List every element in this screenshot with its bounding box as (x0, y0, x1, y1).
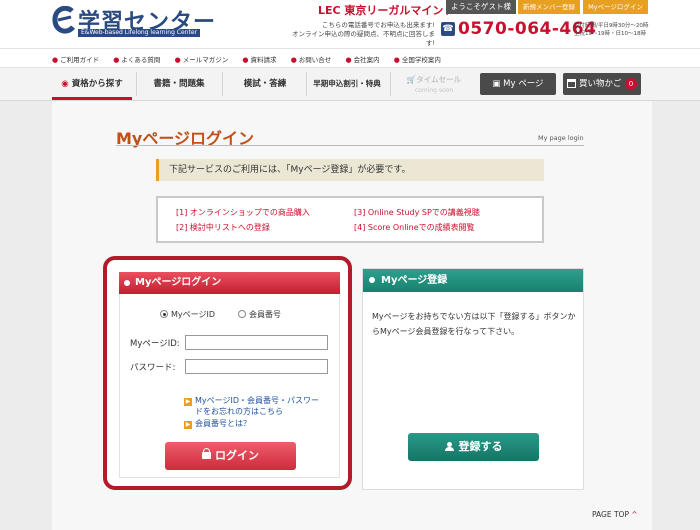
bullet-icon: ● (52, 56, 59, 64)
utility-link-mailmag[interactable]: ● メールマガジン (175, 54, 229, 64)
utility-link-guide[interactable]: ● ご利用ガイド (52, 54, 99, 64)
bullet-icon: ● (242, 56, 249, 64)
radio-member-number[interactable]: 会員番号 (238, 309, 281, 320)
mypage-icon: ▣ (492, 79, 504, 89)
login-card: Myページログイン MyページID 会員番号 MyページID: パスワード: ▶… (103, 256, 352, 490)
utility-link-faq[interactable]: ● よくある質問 (113, 54, 160, 64)
service-item: [3] Online Study SPでの講義視聴 (354, 208, 480, 217)
location-pin-icon: ◉ (61, 79, 69, 89)
lec-brand-logo[interactable]: LEC 東京リーガルマインド (318, 2, 454, 18)
title-divider (116, 145, 584, 146)
what-is-member-number-link[interactable]: ▶ 会員番号とは？ (184, 418, 336, 429)
radio-unselected-icon (238, 310, 246, 318)
radio-selected-icon (160, 310, 168, 318)
service-item: [4] Score Onlineでの成績表閲覧 (354, 223, 475, 232)
nav-divider (390, 72, 391, 96)
heading-bullet-icon (124, 280, 130, 286)
nav-divider (306, 72, 307, 96)
nav-mock-exams[interactable]: 模試・答練 (226, 68, 304, 100)
utility-link-company[interactable]: ● 会社案内 (345, 54, 379, 64)
bullet-icon: ● (174, 56, 181, 64)
register-heading: Myページ登録 (363, 269, 583, 292)
utility-link-schools[interactable]: ● 全国学校案内 (394, 54, 441, 64)
utility-nav: ● ご利用ガイド ● よくある質問 ● メールマガジン ● 資料請求 ● お問い合せ ● 会… (0, 48, 700, 68)
cart-count-badge: 0 (625, 78, 637, 90)
register-card: Myページ登録 Myページをお持ちでない方は以下「登録する」ボタンからMyページ… (362, 268, 584, 490)
nav-divider (222, 72, 223, 96)
tel-note: こちらの電話番号でお申込も出来ます! オンライン申込の際の疑問点、不明点に回答し… (292, 21, 435, 47)
lock-icon (202, 448, 211, 459)
help-links: ▶ MyページID・会員番号・パスワー ドをお忘れの方はこちら ▶ 会員番号とは？ (184, 395, 336, 429)
nav-books[interactable]: 書籍・問題集 (140, 68, 218, 100)
phone-icon: ☎ (441, 22, 455, 36)
bullet-icon: ● (113, 56, 120, 64)
caret-up-icon: ^ (631, 510, 638, 519)
utility-link-request[interactable]: ● 資料請求 (242, 54, 276, 64)
mypage-id-input[interactable] (185, 335, 328, 350)
logo-subtitle: E&Web-based Lifelong learning Center (78, 29, 200, 37)
cart-button[interactable]: 買い物かご 0 (563, 73, 641, 95)
login-button[interactable]: ログイン (165, 442, 296, 470)
register-description: Myページをお持ちでない方は以下「登録する」ボタンからMyページ会員登録を行なっ… (372, 312, 576, 336)
mypage-id-label: MyページID: (130, 339, 180, 349)
mypage-login-button[interactable]: Myページログイン (582, 0, 648, 14)
arrow-right-icon: ▶ (184, 398, 192, 406)
forgot-credentials-link[interactable]: ▶ MyページID・会員番号・パスワー (184, 395, 336, 406)
person-icon (444, 442, 454, 451)
e-logo-icon (52, 6, 76, 34)
cart-icon (567, 79, 576, 88)
bullet-icon: ● (393, 56, 400, 64)
main-nav: ◉ 資格から探す 書籍・問題集 模試・答練 早期申込割引・特典 🛒タイムセール c… (0, 68, 700, 101)
page-top-link[interactable]: PAGE TOP ^ (592, 510, 638, 519)
service-list: [1] オンラインショップでの商品購入 [2] 検討中リストへの登録 [3] O… (156, 196, 544, 243)
password-label: パスワード: (130, 363, 176, 373)
service-item: [2] 検討中リストへの登録 (176, 223, 270, 232)
bullet-icon: ● (290, 56, 297, 64)
login-heading: Myページログイン (119, 272, 340, 294)
mypage-button[interactable]: ▣ My ページ (480, 73, 556, 95)
service-item: [1] オンラインショップでの商品購入 (176, 208, 310, 217)
nav-timesale: 🛒タイムセール coming soon (406, 75, 462, 94)
bullet-icon: ● (345, 56, 352, 64)
login-form: MyページID 会員番号 MyページID: パスワード: ▶ MyページID・会員… (119, 294, 340, 478)
welcome-guest: ようこそゲスト様 (446, 0, 516, 14)
site-header: 学習センター E&Web-based Lifelong learning Cen… (0, 0, 700, 48)
content-panel: Myページログイン My page login 下記サービスのご利用には、「My… (52, 101, 652, 530)
register-button[interactable]: 登録する (408, 433, 539, 461)
utility-link-contact[interactable]: ● お問い合せ (291, 54, 332, 64)
password-input[interactable] (185, 359, 328, 374)
cart-outline-icon: 🛒 (406, 75, 417, 84)
site-logo[interactable]: 学習センター E&Web-based Lifelong learning Cen… (52, 6, 215, 37)
forgot-credentials-link-line2[interactable]: ドをお忘れの方はこちら (184, 406, 336, 417)
breadcrumb: My page login (538, 134, 584, 142)
notice-banner: 下記サービスのご利用には、「Myページ登録」が必要です。 (156, 159, 544, 181)
radio-mypage-id[interactable]: MyページID (160, 309, 215, 320)
heading-bullet-icon (369, 277, 375, 283)
tel-hours: 受付時間/平日9時30分～20時 土祝10～19時・日10～18時 (574, 23, 649, 37)
arrow-right-icon: ▶ (184, 421, 192, 429)
nav-early-discount[interactable]: 早期申込割引・特典 (308, 68, 386, 100)
nav-license[interactable]: ◉ 資格から探す (52, 68, 132, 100)
new-member-button[interactable]: 新規メンバー登録 (518, 0, 580, 14)
nav-divider (136, 72, 137, 96)
